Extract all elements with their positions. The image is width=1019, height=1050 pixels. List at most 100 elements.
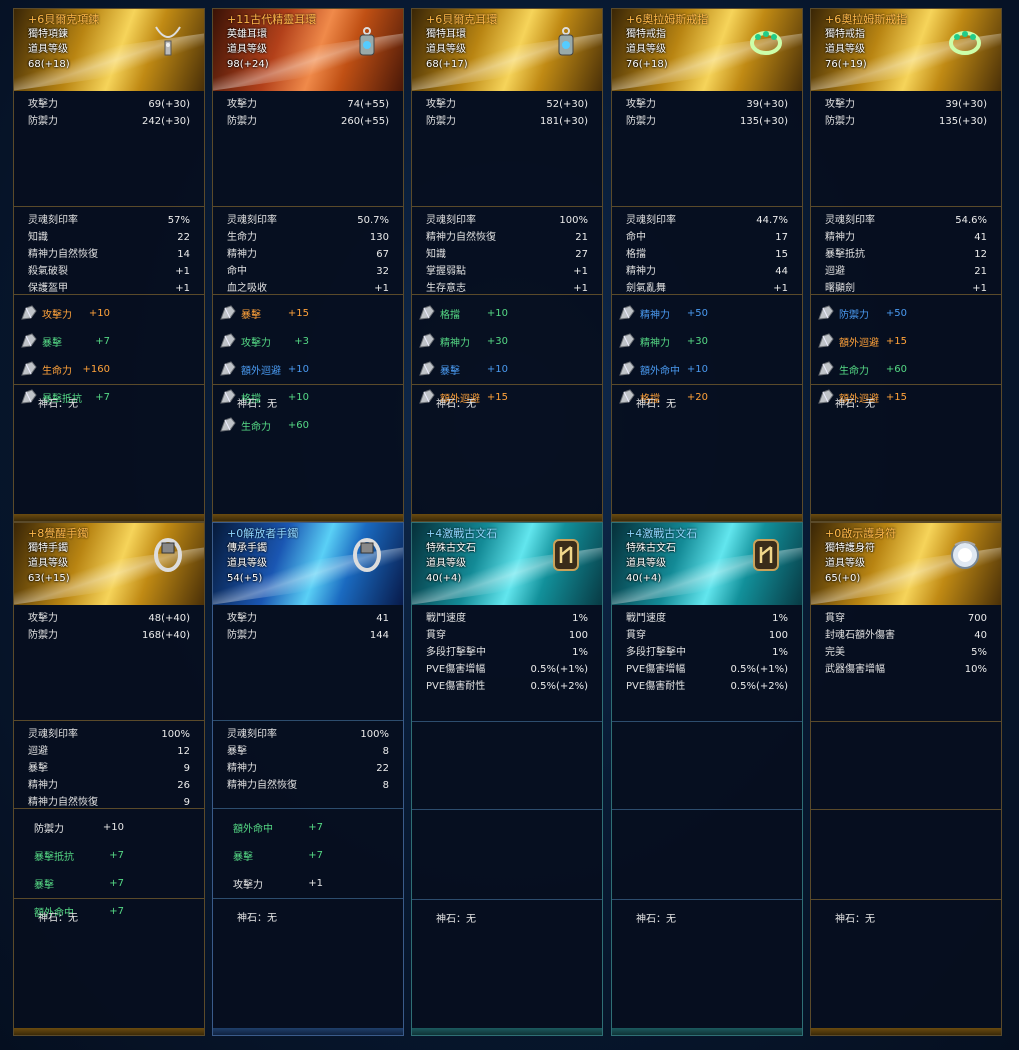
stat-label: 保護盔甲 [28,283,68,294]
engraving-item[interactable]: 精神力 +30 [418,327,508,355]
engraving-label: 暴擊 [241,309,261,321]
engraving-item[interactable]: 暴擊 +7 [20,869,124,897]
item-card[interactable]: +4激戰古文石 特殊古文石 道具等级 40(+4) 戰鬥速度 1% 貫穿 100 多段打擊擊中 1… [411,522,603,1036]
item-card[interactable]: +8覺醒手鐲 獨特手鐲 道具等级 63(+15) 攻擊力 48(+40) 防禦力 168(+4… [13,522,205,1036]
engraving-item[interactable]: 暴擊 +15 [219,299,309,327]
stat-row: 灵魂刻印率 57% [28,212,190,229]
engraving-item[interactable]: 精神力 +50 [618,299,708,327]
stat-row: 精神力 67 [227,246,389,263]
stat-label: 精神力自然恢復 [426,232,496,243]
earring-icon [546,21,586,61]
stat-row: PVE傷害增幅 0.5%(+1%) [426,661,588,678]
stat-row: 攻擊力 41 [227,610,389,627]
engraving-item[interactable]: 暴擊抵抗 +7 [20,841,124,869]
stat-row: 攻擊力 39(+30) [626,96,788,113]
item-card[interactable]: +6貝爾克項鍊 獨特項鍊 道具等级 68(+18) 攻擊力 69(+30) 防禦力 242(+… [13,8,205,522]
engraving-item[interactable]: 防禦力 +50 [817,299,907,327]
engraving-item[interactable]: 暴擊 +10 [418,355,508,383]
stat-label: 迴避 [28,746,48,757]
engraving-value: +15 [486,391,508,403]
stat-label: PVE傷害耐性 [426,681,486,692]
card-bottom-bar [811,1028,1001,1035]
engraving-item[interactable]: 額外迴避 +15 [817,327,907,355]
stat-value: +1 [573,266,588,277]
item-header: +6貝爾克耳環 獨特耳環 道具等级 68(+17) [412,9,602,91]
gem-icon [418,361,436,377]
engraving-item[interactable]: 生命力 +160 [20,355,110,383]
engraving-item[interactable]: 精神力 +30 [618,327,708,355]
engraving-item[interactable]: 生命力 +60 [817,355,907,383]
engraving-item[interactable]: 格擋 +10 [418,299,508,327]
stat-row: 防禦力 135(+30) [626,113,788,130]
stat-row: 精神力自然恢復 21 [426,229,588,246]
stat-label: 命中 [626,232,646,243]
stat-label: 攻擊力 [426,99,456,110]
ring-icon [945,21,985,61]
bracelet-icon [347,535,387,575]
engraving-value: +10 [287,363,309,375]
gem-icon [219,305,237,321]
engraving-item[interactable]: 暴擊 +7 [219,841,323,869]
item-card[interactable]: +6奧拉姆斯戒指 獨特戒指 道具等级 76(+18) 攻擊力 39(+30) 防禦力 135(… [611,8,803,522]
engraving-item[interactable]: 額外迴避 +10 [219,355,309,383]
stat-label: 命中 [227,266,247,277]
item-card[interactable]: +6奧拉姆斯戒指 獨特戒指 道具等级 76(+19) 攻擊力 39(+30) 防禦力 135(… [810,8,1002,522]
stat-value: 50.7% [357,215,389,226]
engravings: 攻擊力 +10 暴擊 +7 生命力 +160 暴擊抵抗 +7 [14,295,204,405]
item-card[interactable]: +4激戰古文石 特殊古文石 道具等级 40(+4) 戰鬥速度 1% 貫穿 100 多段打擊擊中 1… [611,522,803,1036]
stat-value: 21 [974,266,987,277]
item-card[interactable]: +6貝爾克耳環 獨特耳環 道具等级 68(+17) 攻擊力 52(+30) 防禦力 181(+… [411,8,603,522]
engraving-item[interactable]: 生命力 +60 [219,411,309,439]
stat-row: 攻擊力 48(+40) [28,610,190,627]
stat-value: 181(+30) [540,116,588,127]
engraving-item[interactable]: 攻擊力 +10 [20,299,110,327]
item-card[interactable]: +11古代精靈耳環 英雄耳環 道具等级 98(+24) 攻擊力 74(+55) 防禦力 260… [212,8,404,522]
engraving-item[interactable]: 額外命中 +7 [219,813,323,841]
engraving-item[interactable]: 攻擊力 +3 [219,327,309,355]
stat-row: 殺氣破裂 +1 [28,263,190,280]
stat-label: 暴擊 [227,746,247,757]
stat-value: 39(+30) [945,99,987,110]
base-stats: 攻擊力 41 防禦力 144 [213,605,403,721]
engravings: 防禦力 +10 暴擊抵抗 +7 暴擊 +7 額外命中 +7 [14,809,204,919]
stat-label: PVE傷害耐性 [626,681,686,692]
engraving-label: 攻擊力 [42,309,72,321]
stat-label: 知識 [28,232,48,243]
stat-row: 精神力 22 [227,760,389,777]
stat-label: 貫穿 [626,630,646,641]
divine-stone: 神石：无 [811,900,1001,1010]
soul-stats: 灵魂刻印率 100% 暴擊 8 精神力 22 精神力自然恢復 8 [213,721,403,809]
stat-label: 防禦力 [28,116,58,127]
stat-label: 防禦力 [227,630,257,641]
stat-label: 精神力自然恢復 [227,780,297,791]
engraving-label: 暴擊 [42,337,62,349]
engravings [811,810,1001,900]
engraving-label: 攻擊力 [233,879,263,891]
amulet-icon [945,535,985,575]
stat-row: 戰鬥速度 1% [626,610,788,627]
stat-label: 完美 [825,647,845,658]
stat-value: 168(+40) [142,630,190,641]
stat-value: 15 [775,249,788,260]
stat-value: 12 [974,249,987,260]
item-card[interactable]: +0啟示護身符 獨特護身符 道具等级 65(+0) 貫穿 700 封魂石額外傷害 40 完美 5%… [810,522,1002,1036]
stat-label: 攻擊力 [227,613,257,624]
engraving-value: +160 [82,363,110,375]
engraving-item[interactable]: 攻擊力 +1 [219,869,323,897]
gem-icon [817,389,835,405]
item-header: +6貝爾克項鍊 獨特項鍊 道具等级 68(+18) [14,9,204,91]
stat-row: 掌握弱點 +1 [426,263,588,280]
soul-stats: 灵魂刻印率 54.6% 精神力 41 暴擊抵抗 12 迴避 21 曙顯劍 +1 [811,207,1001,295]
engraving-item[interactable]: 防禦力 +10 [20,813,124,841]
engraving-label: 暴擊抵抗 [34,851,74,863]
engraving-item[interactable]: 額外命中 +10 [618,355,708,383]
stat-value: 1% [772,613,788,624]
stat-label: 灵魂刻印率 [227,729,277,740]
soul-stats [811,722,1001,810]
item-card[interactable]: +0解放者手鐲 傳承手鐲 道具等级 54(+5) 攻擊力 41 防禦力 144 灵魂刻印率 100… [212,522,404,1036]
stat-row: 迴避 21 [825,263,987,280]
card-bottom-bar [213,514,403,521]
engraving-item[interactable]: 暴擊 +7 [20,327,110,355]
stat-label: 精神力 [825,232,855,243]
stat-value: 5% [971,647,987,658]
